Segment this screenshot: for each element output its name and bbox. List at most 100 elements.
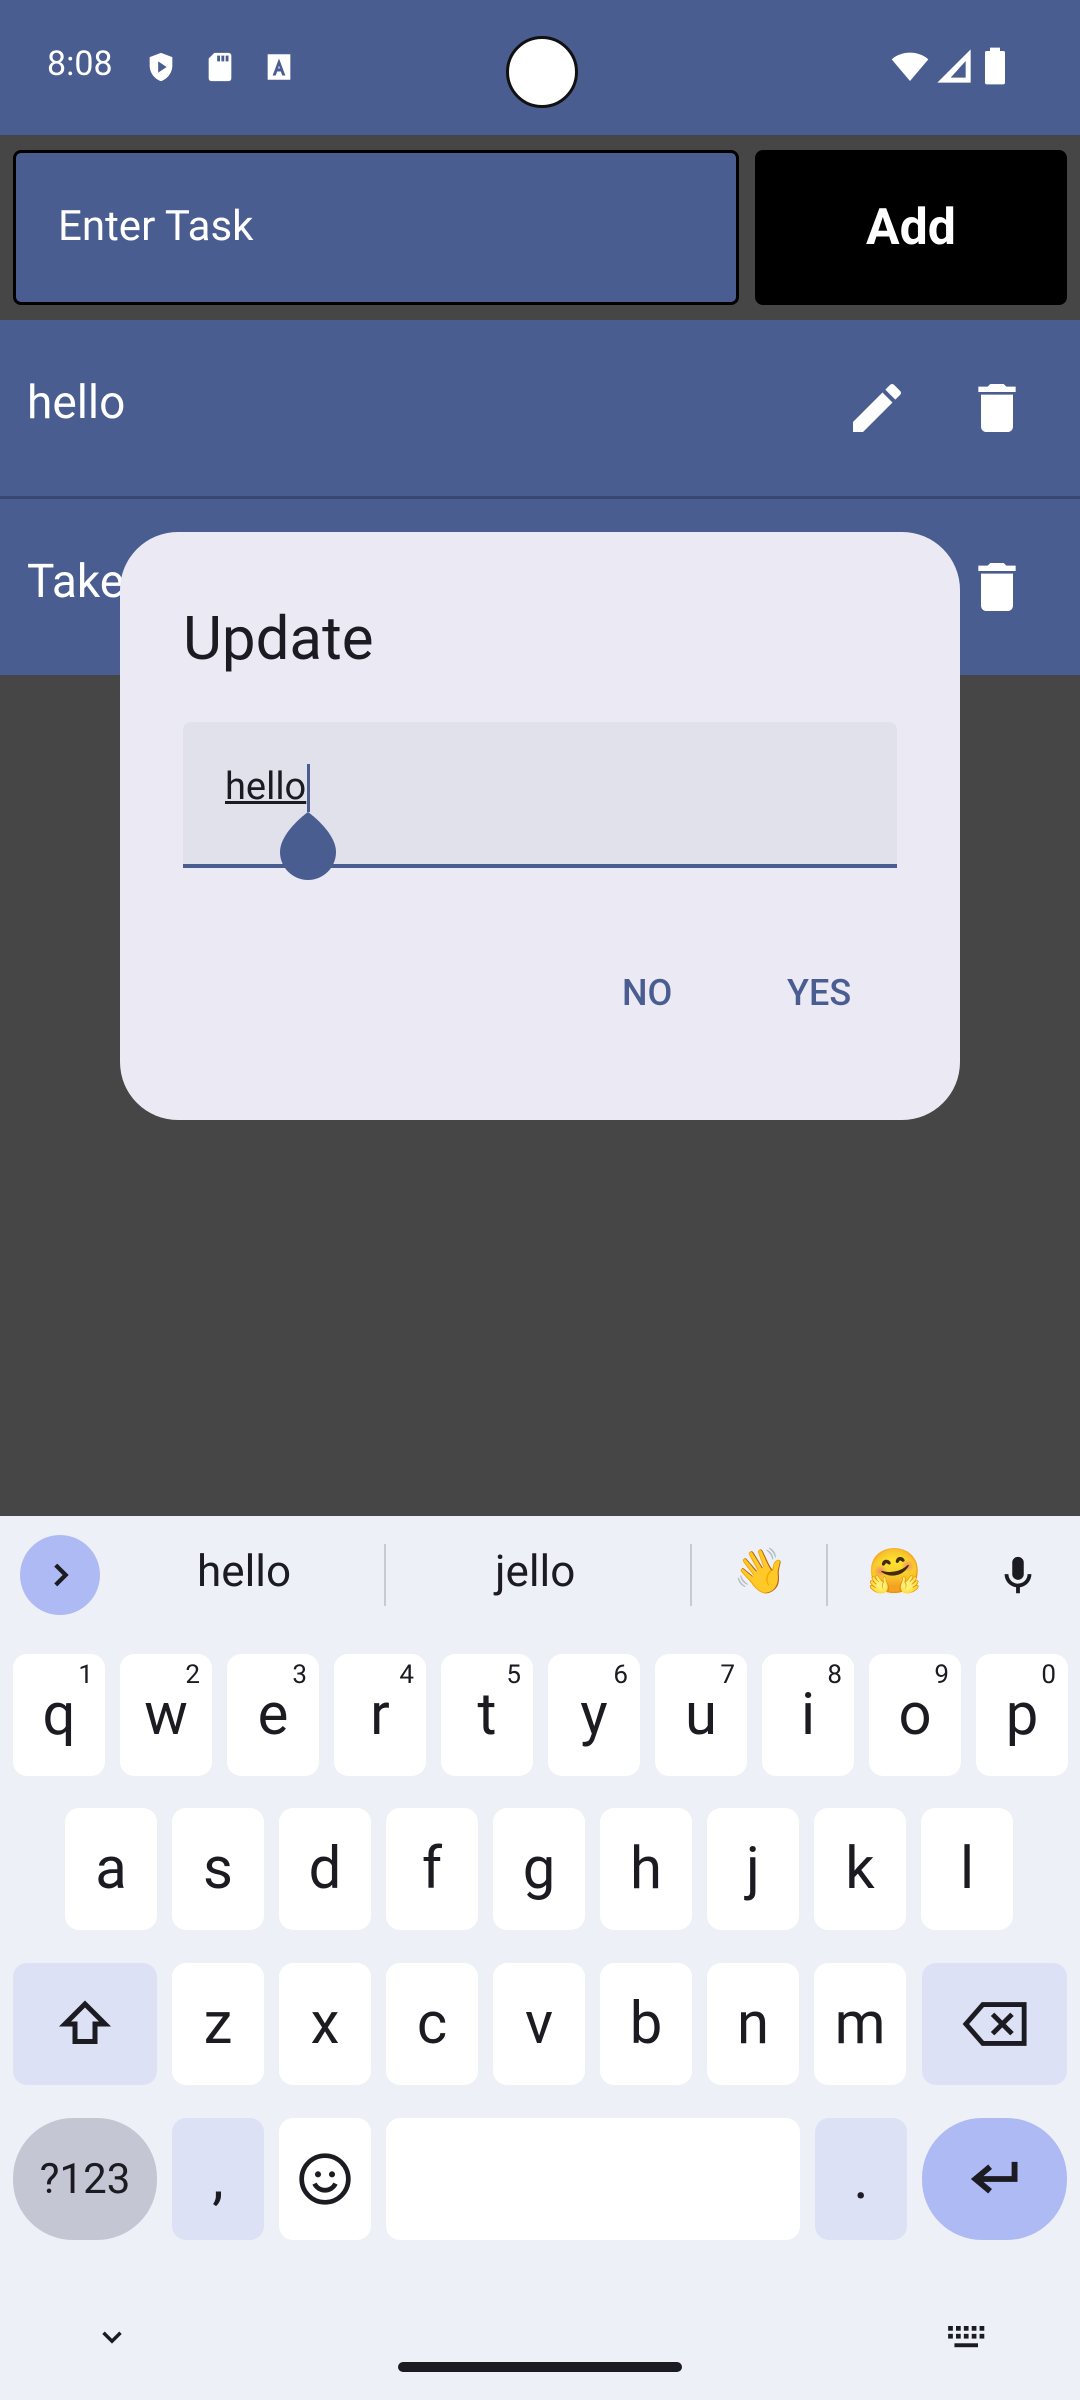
key-s[interactable]: s bbox=[172, 1808, 264, 1930]
key-h[interactable]: h bbox=[600, 1808, 692, 1930]
text-format-icon bbox=[267, 54, 291, 80]
key-l[interactable]: l bbox=[921, 1808, 1013, 1930]
key-c[interactable]: c bbox=[386, 1963, 478, 2085]
key-label: w bbox=[144, 1681, 188, 1749]
emoji-key[interactable] bbox=[279, 2118, 371, 2240]
key-label: d bbox=[308, 1835, 342, 1903]
key-w[interactable]: w2 bbox=[120, 1654, 212, 1776]
chevron-right-icon bbox=[54, 1563, 69, 1587]
shift-key[interactable] bbox=[13, 1963, 157, 2085]
key-label: a bbox=[95, 1835, 127, 1903]
key-a[interactable]: a bbox=[65, 1808, 157, 1930]
key-j[interactable]: j bbox=[707, 1808, 799, 1930]
key-y[interactable]: y6 bbox=[548, 1654, 640, 1776]
delete-icon[interactable] bbox=[965, 376, 1029, 440]
key-k[interactable]: k bbox=[814, 1808, 906, 1930]
key-m[interactable]: m bbox=[814, 1963, 906, 2085]
key-label: h bbox=[630, 1835, 662, 1903]
key-n[interactable]: n bbox=[707, 1963, 799, 2085]
no-button[interactable]: NO bbox=[622, 972, 672, 1014]
key-label: f bbox=[421, 1835, 443, 1903]
key-v[interactable]: v bbox=[493, 1963, 585, 2085]
key-label: g bbox=[522, 1835, 556, 1903]
key-label: i bbox=[800, 1681, 816, 1749]
key-b[interactable]: b bbox=[600, 1963, 692, 2085]
text-cursor bbox=[307, 764, 310, 812]
key-hint: 8 bbox=[827, 1660, 842, 1690]
key-label: m bbox=[834, 1990, 886, 2058]
symbols-key[interactable]: ?123 bbox=[13, 2118, 157, 2240]
key-label: r bbox=[370, 1681, 390, 1749]
keyboard-switch-icon[interactable] bbox=[945, 2320, 989, 2354]
suggestion-1[interactable]: hello bbox=[197, 1545, 291, 1597]
key-label: k bbox=[845, 1835, 875, 1903]
backspace-icon bbox=[962, 2002, 1027, 2046]
key-label: l bbox=[959, 1835, 975, 1903]
key-d[interactable]: d bbox=[279, 1808, 371, 1930]
battery-icon bbox=[985, 47, 1005, 85]
key-hint: 0 bbox=[1041, 1660, 1056, 1690]
key-p[interactable]: p0 bbox=[976, 1654, 1068, 1776]
period-key[interactable]: . bbox=[815, 2118, 907, 2240]
key-label: y bbox=[580, 1681, 608, 1749]
hide-keyboard-icon[interactable] bbox=[95, 2320, 129, 2354]
key-hint: 1 bbox=[78, 1660, 93, 1690]
key-label: e bbox=[257, 1681, 289, 1749]
key-hint: 5 bbox=[506, 1660, 521, 1690]
emoji-icon bbox=[299, 2153, 351, 2205]
key-e[interactable]: e3 bbox=[227, 1654, 319, 1776]
key-q[interactable]: q1 bbox=[13, 1654, 105, 1776]
suggestion-separator bbox=[690, 1544, 692, 1606]
key-label: x bbox=[310, 1990, 340, 2058]
comma-key[interactable]: , bbox=[172, 2118, 264, 2240]
add-button[interactable]: Add bbox=[755, 150, 1067, 305]
yes-button[interactable]: YES bbox=[787, 972, 851, 1014]
emoji-suggestion-hug[interactable]: 🤗 bbox=[867, 1545, 922, 1597]
key-f[interactable]: f bbox=[386, 1808, 478, 1930]
key-label: b bbox=[629, 1990, 663, 2058]
key-u[interactable]: u7 bbox=[655, 1654, 747, 1776]
update-field-value[interactable]: hello bbox=[225, 765, 306, 809]
gesture-nav-handle[interactable] bbox=[398, 2362, 682, 2372]
backspace-key[interactable] bbox=[922, 1963, 1067, 2085]
key-label: o bbox=[898, 1681, 932, 1749]
key-g[interactable]: g bbox=[493, 1808, 585, 1930]
task-input[interactable]: Enter Task bbox=[13, 150, 739, 305]
key-x[interactable]: x bbox=[279, 1963, 371, 2085]
key-label: q bbox=[42, 1681, 76, 1749]
key-hint: 6 bbox=[613, 1660, 628, 1690]
key-hint: 4 bbox=[399, 1660, 414, 1690]
key-label: j bbox=[746, 1835, 760, 1903]
shift-icon bbox=[58, 2000, 112, 2044]
key-label: p bbox=[1005, 1681, 1039, 1749]
key-hint: 7 bbox=[720, 1660, 735, 1690]
sd-card-icon bbox=[208, 52, 232, 82]
cellular-signal-icon bbox=[937, 49, 971, 83]
enter-key[interactable] bbox=[922, 2118, 1067, 2240]
key-label: n bbox=[736, 1990, 770, 2058]
edit-icon[interactable] bbox=[845, 376, 909, 440]
cursor-handle-icon[interactable] bbox=[280, 812, 336, 880]
key-label: u bbox=[685, 1681, 717, 1749]
space-key[interactable] bbox=[386, 2118, 800, 2240]
front-camera bbox=[506, 36, 578, 108]
emoji-suggestion-wave[interactable]: 👋 bbox=[733, 1545, 788, 1597]
field-underline bbox=[183, 864, 897, 868]
suggestion-separator bbox=[826, 1544, 828, 1606]
dialog-title: Update bbox=[183, 603, 374, 674]
key-hint: 9 bbox=[934, 1660, 949, 1690]
key-label: z bbox=[203, 1990, 233, 2058]
key-hint: 3 bbox=[292, 1660, 307, 1690]
key-r[interactable]: r4 bbox=[334, 1654, 426, 1776]
key-z[interactable]: z bbox=[172, 1963, 264, 2085]
suggestion-2[interactable]: jello bbox=[495, 1545, 575, 1597]
key-label: v bbox=[524, 1990, 554, 2058]
key-o[interactable]: o9 bbox=[869, 1654, 961, 1776]
key-i[interactable]: i8 bbox=[762, 1654, 854, 1776]
microphone-icon[interactable] bbox=[995, 1548, 1041, 1604]
status-time: 8:08 bbox=[47, 44, 113, 84]
expand-toolbar-button[interactable] bbox=[20, 1535, 100, 1615]
key-t[interactable]: t5 bbox=[441, 1654, 533, 1776]
delete-icon[interactable] bbox=[965, 555, 1029, 619]
task-label: hello bbox=[27, 376, 126, 430]
